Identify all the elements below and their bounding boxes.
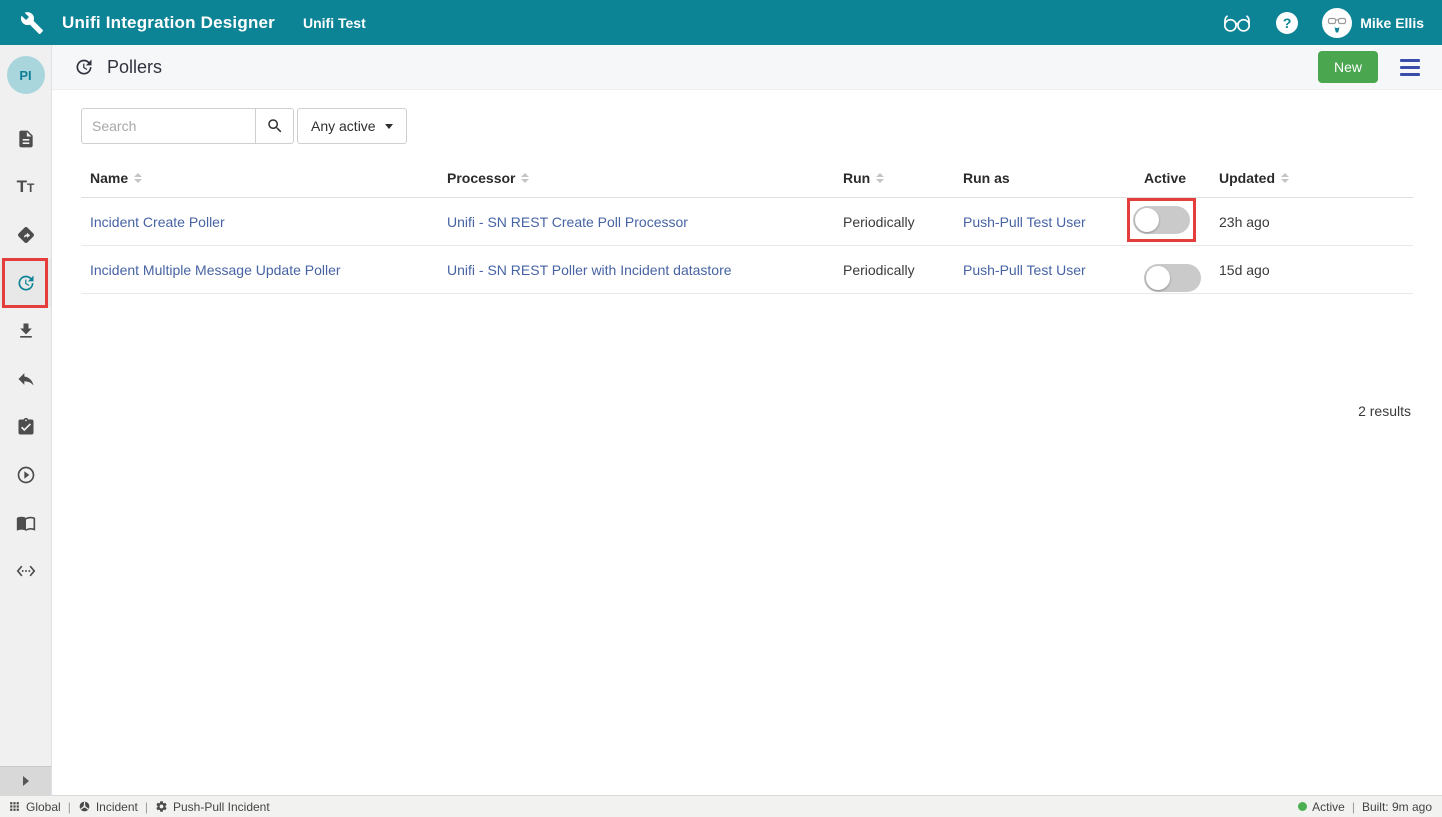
sidebar-item-tasks[interactable]	[0, 403, 51, 451]
processor-link[interactable]: Unifi - SN REST Poller with Incident dat…	[447, 262, 732, 278]
code-icon	[16, 561, 36, 581]
document-icon	[16, 129, 36, 149]
glasses-button[interactable]	[1222, 12, 1252, 33]
status-dot	[1298, 802, 1307, 811]
download-icon	[16, 321, 36, 341]
table-row: Incident Multiple Message Update Poller …	[81, 246, 1413, 294]
toggle-knob	[1135, 208, 1159, 232]
sidebar-item-import[interactable]	[0, 307, 51, 355]
sort-icon	[521, 173, 529, 183]
sidebar-expand-button[interactable]	[0, 766, 51, 795]
process-chip[interactable]: Push-Pull Incident	[155, 800, 270, 814]
chevron-down-icon	[385, 124, 393, 129]
active-toggle[interactable]	[1144, 264, 1201, 292]
divider: |	[1352, 800, 1355, 814]
menu-button[interactable]	[1400, 57, 1420, 78]
toggle-highlight-box	[1127, 198, 1196, 242]
built-label: Built: 9m ago	[1362, 800, 1432, 814]
reply-icon	[16, 369, 36, 389]
clipboard-check-icon	[16, 417, 36, 437]
header-processor[interactable]: Processor	[447, 170, 843, 186]
sidebar-item-documents[interactable]	[0, 115, 51, 163]
header-updated[interactable]: Updated	[1219, 170, 1413, 186]
table-row: Incident Create Poller Unifi - SN REST C…	[81, 198, 1413, 246]
avatar	[1322, 8, 1352, 38]
sidebar: PI TT	[0, 45, 52, 795]
poller-name-link[interactable]: Incident Multiple Message Update Poller	[90, 262, 341, 278]
active-toggle[interactable]	[1133, 206, 1190, 234]
page-title: Pollers	[107, 57, 162, 78]
header-run[interactable]: Run	[843, 170, 963, 186]
incident-icon	[78, 800, 91, 813]
sidebar-item-pollers[interactable]	[0, 259, 51, 307]
search-button[interactable]	[255, 108, 294, 144]
sort-icon	[1281, 173, 1289, 183]
statusbar: Global | Incident | Push-Pull Incident A…	[0, 795, 1442, 817]
scope-chip[interactable]: Global	[8, 800, 61, 814]
sort-icon	[876, 173, 884, 183]
processor-link[interactable]: Unifi - SN REST Create Poll Processor	[447, 214, 688, 230]
sort-icon	[134, 173, 142, 183]
sidebar-item-text[interactable]: TT	[0, 163, 51, 211]
header-name[interactable]: Name	[90, 170, 447, 186]
sidebar-item-runner[interactable]	[0, 451, 51, 499]
run-cell: Periodically	[843, 214, 963, 230]
grid-icon	[8, 800, 21, 813]
header-run-as: Run as	[963, 170, 1144, 186]
book-icon	[16, 513, 36, 533]
results-count: 2 results	[1358, 403, 1411, 419]
help-button[interactable]: ?	[1276, 12, 1298, 34]
toggle-knob	[1146, 266, 1170, 290]
poller-clock-icon	[16, 273, 36, 293]
sidebar-item-responses[interactable]	[0, 355, 51, 403]
run-as-link[interactable]: Push-Pull Test User	[963, 262, 1086, 278]
help-icon: ?	[1276, 12, 1298, 34]
toggle-wrap	[1144, 264, 1219, 292]
text-icon: TT	[17, 178, 35, 196]
app-title: Unifi Integration Designer	[62, 13, 275, 33]
search-icon	[266, 117, 284, 135]
run-cell: Periodically	[843, 262, 963, 278]
updated-cell: 23h ago	[1219, 214, 1413, 230]
chevron-right-icon	[23, 776, 29, 786]
pollers-table: Name Processor Run Run as Active Updated	[81, 158, 1413, 294]
wrench-logo-icon	[20, 11, 44, 35]
main-content: Pollers New Any active Name Processor	[52, 45, 1442, 795]
toolbar: Any active	[81, 108, 1442, 144]
status-label: Active	[1312, 800, 1345, 814]
process-label: Push-Pull Incident	[173, 800, 270, 814]
divider: |	[145, 800, 148, 814]
table-chip[interactable]: Incident	[78, 800, 138, 814]
page-header: Pollers New	[52, 45, 1442, 90]
hamburger-icon	[1400, 59, 1420, 62]
environment-label: Unifi Test	[303, 15, 366, 31]
poller-clock-icon	[74, 57, 94, 77]
updated-cell: 15d ago	[1219, 262, 1413, 278]
poller-name-link[interactable]: Incident Create Poller	[90, 214, 225, 230]
active-filter-dropdown[interactable]: Any active	[297, 108, 407, 144]
sidebar-item-messages[interactable]	[0, 211, 51, 259]
glasses-icon	[1222, 12, 1252, 33]
active-filter-label: Any active	[311, 118, 376, 134]
sidebar-avatar[interactable]: PI	[7, 56, 45, 94]
user-menu[interactable]: Mike Ellis	[1322, 8, 1424, 38]
topbar: Unifi Integration Designer Unifi Test ? …	[0, 0, 1442, 45]
send-diamond-icon	[16, 225, 36, 245]
header-active: Active	[1144, 170, 1219, 186]
gear-icon	[155, 800, 168, 813]
table-label: Incident	[96, 800, 138, 814]
sidebar-item-scripts[interactable]	[0, 547, 51, 595]
user-name: Mike Ellis	[1360, 15, 1424, 31]
search-input[interactable]	[81, 108, 256, 144]
new-button[interactable]: New	[1318, 51, 1378, 83]
divider: |	[68, 800, 71, 814]
sidebar-item-docs[interactable]	[0, 499, 51, 547]
table-header-row: Name Processor Run Run as Active Updated	[81, 158, 1413, 198]
run-as-link[interactable]: Push-Pull Test User	[963, 214, 1086, 230]
scope-label: Global	[26, 800, 61, 814]
play-circle-icon	[16, 465, 36, 485]
